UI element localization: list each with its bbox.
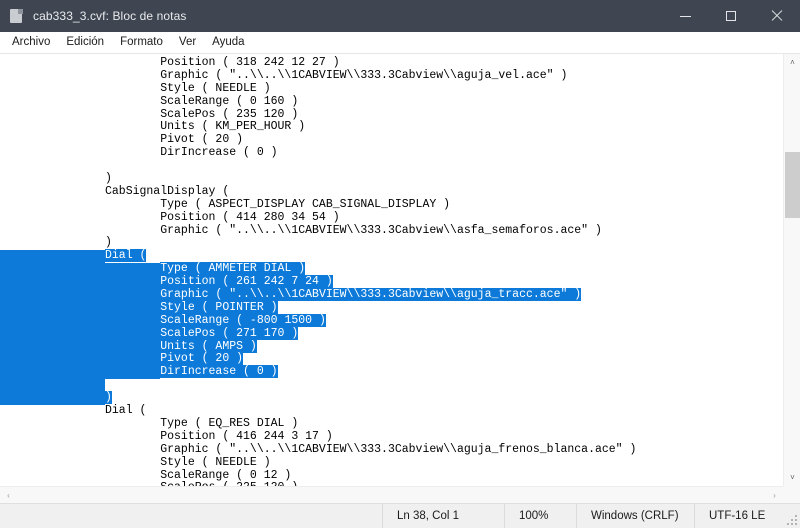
code-line-text: ScaleRange ( 0 12 ) [105, 468, 292, 482]
code-line-text: Units ( KM_PER_HOUR ) [105, 120, 306, 134]
minimize-icon [679, 15, 691, 17]
status-zoom-level[interactable]: 100% [504, 504, 576, 528]
maximize-icon [726, 11, 736, 21]
code-line: Position ( 414 280 34 54 ) [0, 210, 783, 225]
code-line-text: Dial ( [105, 404, 147, 418]
code-line-text: Style ( NEEDLE ) [105, 81, 271, 95]
code-line: DirIncrease ( 0 ) [0, 146, 783, 160]
code-line: Position ( 318 242 12 27 ) [0, 56, 783, 70]
code-line-text: ScalePos ( 235 120 ) [105, 107, 299, 121]
scroll-right-arrow-icon[interactable]: › [766, 487, 783, 503]
status-cursor-position: Ln 38, Col 1 [382, 504, 504, 528]
status-line-ending[interactable]: Windows (CRLF) [576, 504, 694, 528]
horizontal-scrollbar[interactable]: ‹ › [0, 486, 783, 503]
code-line-text: ) [105, 172, 112, 186]
maximize-button[interactable] [708, 0, 754, 32]
minimize-button[interactable] [662, 0, 708, 32]
code-line-text: Position ( 318 242 12 27 ) [105, 56, 340, 69]
code-line: Position ( 416 244 3 17 ) [0, 429, 783, 444]
code-line: Style ( NEEDLE ) [0, 455, 783, 470]
code-line-text: ScaleRange ( -800 1500 ) [160, 313, 326, 327]
notepad-window: cab333_3.cvf: Bloc de notas Archivo Edic… [0, 0, 800, 528]
menu-item-ayuda[interactable]: Ayuda [204, 34, 252, 51]
code-line: Dial ( [0, 404, 783, 418]
text-editor[interactable]: Position ( 318 242 12 27 ) Graphic ( "..… [0, 54, 783, 486]
menu-item-ver[interactable]: Ver [171, 34, 204, 51]
status-encoding[interactable]: UTF-16 LE [694, 504, 800, 528]
code-line-text: Graphic ( "..\\..\\1CABVIEW\\333.3Cabvie… [105, 223, 602, 237]
window-title: cab333_3.cvf: Bloc de notas [33, 9, 187, 23]
code-line-text: ScaleRange ( 0 160 ) [105, 94, 299, 108]
code-line-text: Position ( 416 244 3 17 ) [105, 429, 333, 443]
code-line [0, 378, 783, 393]
code-line: Graphic ( "..\\..\\1CABVIEW\\333.3Cabvie… [0, 442, 783, 457]
code-line: ScaleRange ( 0 160 ) [0, 94, 783, 109]
window-controls [662, 0, 800, 32]
close-button[interactable] [754, 0, 800, 32]
status-bar: Ln 38, Col 1 100% Windows (CRLF) UTF-16 … [0, 503, 800, 528]
scrollbar-corner [783, 486, 800, 503]
code-line-text: DirIncrease ( 0 ) [105, 146, 278, 160]
menu-bar: Archivo Edición Formato Ver Ayuda [0, 32, 800, 54]
code-line-text: Graphic ( "..\\..\\1CABVIEW\\333.3Cabvie… [160, 288, 582, 302]
code-line-text: Pivot ( 20 ) [160, 352, 244, 366]
scroll-down-arrow-icon[interactable]: ˅ [784, 469, 800, 486]
code-line-text: Type ( EQ_RES DIAL ) [105, 416, 299, 430]
code-line-text: Style ( NEEDLE ) [105, 455, 271, 469]
code-line-text: Type ( ASPECT_DISPLAY CAB_SIGNAL_DISPLAY… [105, 197, 451, 211]
code-line-text: CabSignalDisplay ( [105, 184, 230, 198]
scroll-up-arrow-icon[interactable]: ˄ [784, 54, 800, 71]
editor-area: Position ( 318 242 12 27 ) Graphic ( "..… [0, 54, 800, 503]
code-line: Graphic ( "..\\..\\1CABVIEW\\333.3Cabvie… [0, 223, 783, 238]
code-line: ) [0, 172, 783, 186]
code-line-text: Pivot ( 20 ) [105, 133, 244, 147]
code-line: Style ( NEEDLE ) [0, 81, 783, 96]
code-line-text: ScalePos ( 271 170 ) [160, 326, 299, 340]
code-line-text: Position ( 261 242 7 24 ) [160, 275, 333, 289]
scroll-left-arrow-icon[interactable]: ‹ [0, 487, 17, 503]
code-line: Graphic ( "..\\..\\1CABVIEW\\333.3Cabvie… [0, 68, 783, 83]
menu-item-edicion[interactable]: Edición [58, 34, 112, 51]
resize-grip-icon[interactable] [787, 515, 797, 525]
code-line-text: Style ( POINTER ) [160, 300, 278, 314]
close-icon [771, 10, 783, 22]
notepad-document-icon [9, 8, 25, 24]
title-bar: cab333_3.cvf: Bloc de notas [0, 0, 800, 32]
code-line [0, 160, 783, 173]
vertical-scrollbar[interactable]: ˄ ˅ [783, 54, 800, 486]
code-line: Type ( ASPECT_DISPLAY CAB_SIGNAL_DISPLAY… [0, 197, 783, 212]
code-line: CabSignalDisplay ( [0, 184, 783, 199]
code-line-text: Units ( AMPS ) [160, 339, 257, 353]
code-line-text: Graphic ( "..\\..\\1CABVIEW\\333.3Cabvie… [105, 442, 637, 456]
code-line-text: ScalePos ( 225 120 ) [0, 481, 298, 486]
code-line-text: Graphic ( "..\\..\\1CABVIEW\\333.3Cabvie… [105, 68, 568, 82]
code-line: DirIncrease ( 0 ) [0, 365, 783, 380]
code-line-text: ) [105, 391, 112, 405]
menu-item-archivo[interactable]: Archivo [4, 34, 58, 51]
code-line-text: ) [105, 236, 112, 250]
vertical-scrollbar-thumb[interactable] [785, 152, 800, 218]
code-line-text: Position ( 414 280 34 54 ) [105, 210, 340, 224]
code-line-text: DirIncrease ( 0 ) [160, 365, 278, 379]
code-line-text: Dial ( [105, 249, 147, 263]
code-line-text: Type ( AMMETER DIAL ) [160, 262, 306, 276]
code-line: Type ( EQ_RES DIAL ) [0, 416, 783, 431]
menu-item-formato[interactable]: Formato [112, 34, 171, 51]
